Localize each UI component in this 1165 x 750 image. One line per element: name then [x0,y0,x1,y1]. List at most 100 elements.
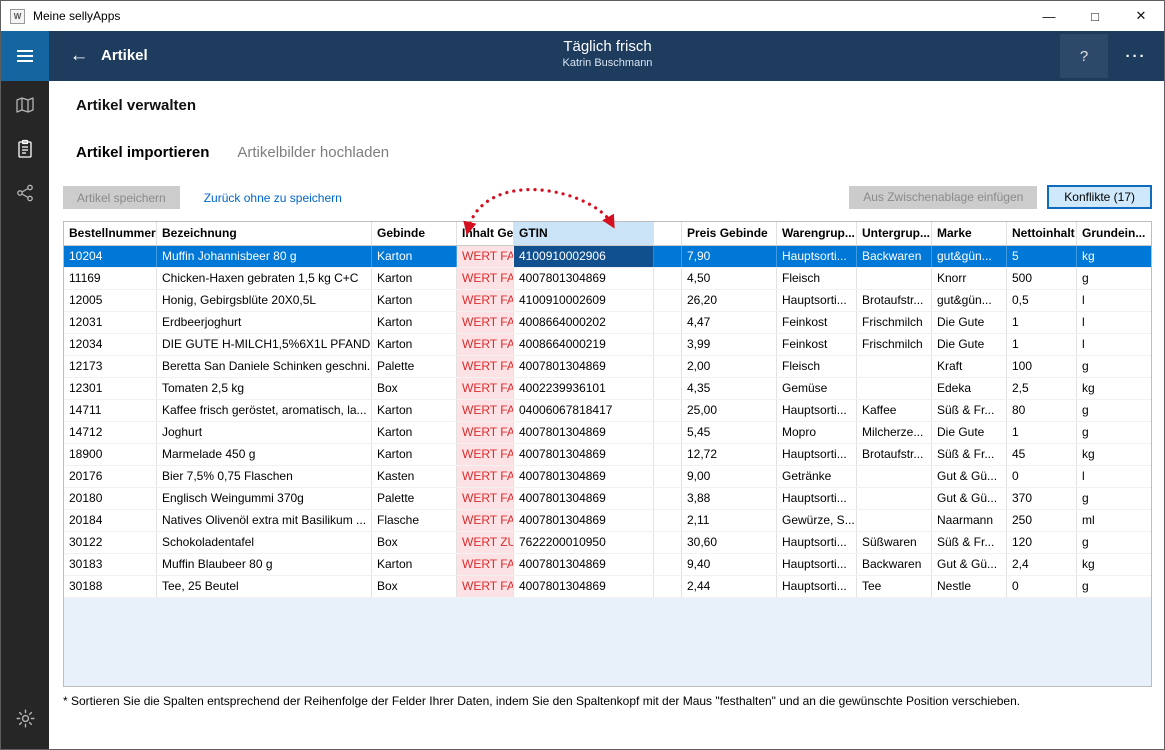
cell-untergruppe [857,488,932,509]
cell-bestellnummer: 14712 [64,422,157,443]
sidebar-item-share[interactable] [1,173,49,217]
table-row[interactable]: 14712JoghurtKartonWERT FALS4007801304869… [64,422,1151,444]
cell-bestellnummer: 11169 [64,268,157,289]
cell-bestellnummer: 30122 [64,532,157,553]
cell-untergruppe: Frischmilch [857,334,932,355]
column-header-nettoinhalt[interactable]: Nettoinhalt [1007,222,1077,245]
table-body: 10204Muffin Johannisbeer 80 gKartonWERT … [64,246,1151,598]
cell-gebinde: Karton [372,400,457,421]
table-row[interactable]: 12301Tomaten 2,5 kgBoxWERT FALS400223993… [64,378,1151,400]
cell-preis: 2,00 [682,356,777,377]
pane-gap [654,290,682,311]
sidebar-item-tours[interactable] [1,85,49,129]
cell-gtin: 4008664000202 [514,312,654,333]
table-row[interactable]: 30188Tee, 25 BeutelBoxWERT FALS400780130… [64,576,1151,598]
column-header-gebinde[interactable]: Gebinde [372,222,457,245]
table-row[interactable]: 12005Honig, Gebirgsblüte 20X0,5LKartonWE… [64,290,1151,312]
minimize-button[interactable]: — [1026,1,1072,31]
save-articles-button[interactable]: Artikel speichern [63,186,180,209]
cell-marke: gut&gün... [932,246,1007,267]
app-window: W Meine sellyApps — □ ✕ [0,0,1165,750]
cell-bestellnummer: 30183 [64,554,157,575]
cell-untergruppe: Frischmilch [857,312,932,333]
cell-bezeichnung: Muffin Johannisbeer 80 g [157,246,372,267]
clipboard-icon [15,139,35,164]
cell-warengruppe: Hauptsorti... [777,488,857,509]
cell-bezeichnung: Chicken-Haxen gebraten 1,5 kg C+C [157,268,372,289]
cell-marke: Die Gute [932,334,1007,355]
cell-gtin: 4007801304869 [514,576,654,597]
column-header-grundeinheit[interactable]: Grundein... [1077,222,1153,245]
back-without-saving-link[interactable]: Zurück ohne zu speichern [204,191,342,205]
cell-nettoinhalt: 0,5 [1007,290,1077,311]
cell-untergruppe: Backwaren [857,554,932,575]
cell-bestellnummer: 14711 [64,400,157,421]
cell-grundeinheit: l [1077,290,1153,311]
cell-warengruppe: Hauptsorti... [777,290,857,311]
pane-gap [654,444,682,465]
cell-preis: 30,60 [682,532,777,553]
cell-untergruppe: Brotaufstr... [857,444,932,465]
column-header-gtin[interactable]: GTIN [514,222,654,245]
cell-warengruppe: Hauptsorti... [777,400,857,421]
cell-gtin: 7622200010950 [514,532,654,553]
cell-nettoinhalt: 100 [1007,356,1077,377]
table-row[interactable]: 30122SchokoladentafelBoxWERT ZU L7622200… [64,532,1151,554]
table-empty-area [64,598,1151,686]
table-row[interactable]: 12173Beretta San Daniele Schinken geschn… [64,356,1151,378]
cell-preis: 4,47 [682,312,777,333]
more-options-button[interactable]: ··· [1114,34,1158,78]
cell-grundeinheit: g [1077,356,1153,377]
shop-header: Täglich frisch Katrin Buschmann [49,38,1165,69]
table-row[interactable]: 10204Muffin Johannisbeer 80 gKartonWERT … [64,246,1151,268]
help-button[interactable]: ? [1060,34,1108,78]
cell-gtin: 4008664000219 [514,334,654,355]
table-row[interactable]: 30183Muffin Blaubeer 80 gKartonWERT FALS… [64,554,1151,576]
cell-preis: 26,20 [682,290,777,311]
close-button[interactable]: ✕ [1118,1,1164,31]
cell-gebinde: Karton [372,290,457,311]
cell-bestellnummer: 20184 [64,510,157,531]
column-header-inhalt-gebinde[interactable]: Inhalt Gebi... [457,222,514,245]
sidebar-item-settings[interactable] [1,699,49,743]
cell-gebinde: Box [372,532,457,553]
table-row[interactable]: 20176Bier 7,5% 0,75 FlaschenKastenWERT F… [64,466,1151,488]
pane-gap [654,378,682,399]
table-row[interactable]: 11169Chicken-Haxen gebraten 1,5 kg C+CKa… [64,268,1151,290]
cell-grundeinheit: kg [1077,246,1153,267]
column-header-preis-gebinde[interactable]: Preis Gebinde [682,222,777,245]
table-row[interactable]: 14711Kaffee frisch geröstet, aromatisch,… [64,400,1151,422]
cell-preis: 25,00 [682,400,777,421]
cell-warengruppe: Hauptsorti... [777,532,857,553]
pane-gap [654,246,682,267]
cell-preis: 12,72 [682,444,777,465]
cell-marke: Gut & Gü... [932,554,1007,575]
table-row[interactable]: 20180Englisch Weingummi 370gPaletteWERT … [64,488,1151,510]
cell-marke: Gut & Gü... [932,488,1007,509]
column-header-warengruppe[interactable]: Warengrup... [777,222,857,245]
window-title: Meine sellyApps [33,9,1026,23]
table-row[interactable]: 12034DIE GUTE H-MILCH1,5%6X1L PFANDKarto… [64,334,1151,356]
cell-preis: 3,99 [682,334,777,355]
conflicts-button[interactable]: Konflikte (17) [1047,185,1152,209]
cell-bestellnummer: 12301 [64,378,157,399]
column-header-bezeichnung[interactable]: Bezeichnung [157,222,372,245]
tab-artikelbilder-hochladen[interactable]: Artikelbilder hochladen [237,144,389,161]
table-row[interactable]: 18900Marmelade 450 gKartonWERT FALS40078… [64,444,1151,466]
hamburger-menu-button[interactable] [1,31,49,81]
table-row[interactable]: 20184Natives Olivenöl extra mit Basiliku… [64,510,1151,532]
tab-artikel-importieren[interactable]: Artikel importieren [76,144,209,161]
cell-inhalt: WERT FALS [457,510,514,531]
column-header-marke[interactable]: Marke [932,222,1007,245]
column-header-bestellnummer[interactable]: Bestellnummer [64,222,157,245]
cell-grundeinheit: kg [1077,378,1153,399]
cell-marke: Edeka [932,378,1007,399]
cell-nettoinhalt: 0 [1007,466,1077,487]
table-row[interactable]: 12031ErdbeerjoghurtKartonWERT FALS400866… [64,312,1151,334]
column-header-untergruppe[interactable]: Untergrup... [857,222,932,245]
cell-gtin: 04006067818417 [514,400,654,421]
cell-inhalt: WERT FALS [457,290,514,311]
maximize-button[interactable]: □ [1072,1,1118,31]
sidebar-item-articles[interactable] [1,129,49,173]
paste-from-clipboard-button[interactable]: Aus Zwischenablage einfügen [849,186,1037,209]
